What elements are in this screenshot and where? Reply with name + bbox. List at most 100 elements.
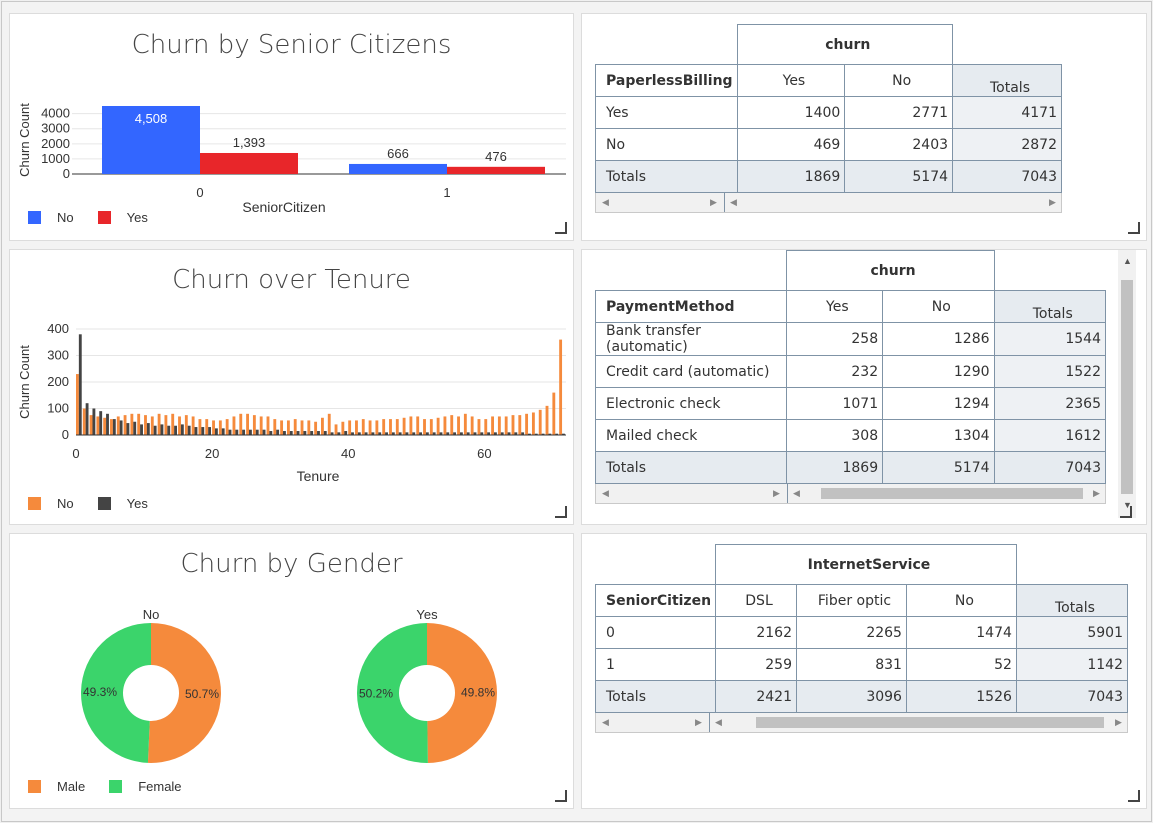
pivot-col-field-header[interactable]: churn — [736, 24, 954, 65]
pivot-col-header[interactable]: No — [882, 290, 995, 323]
bar-yes-36 — [323, 431, 327, 435]
bar-no-6 — [116, 416, 120, 435]
pivot-total-cell: 5174 — [844, 160, 954, 193]
scroll-thumb[interactable] — [1121, 280, 1133, 494]
scroll-thumb[interactable] — [821, 488, 1083, 499]
bar-no-54 — [443, 416, 447, 435]
horizontal-scrollbar[interactable]: ◀ ▶ ◀ ▶ — [595, 713, 1128, 733]
bar-yes-1 — [85, 403, 89, 435]
bar-no-52 — [429, 419, 433, 435]
pivot-total-cell: 7043 — [993, 451, 1107, 484]
pie-title: Yes — [416, 607, 438, 622]
slice-label: 50.7% — [185, 687, 219, 701]
pivot-row-label[interactable]: 1 — [594, 648, 717, 681]
pivot-row-label[interactable]: 0 — [594, 616, 717, 649]
pivot-cell: 1544 — [993, 322, 1107, 356]
pivot-col-field-header[interactable]: churn — [785, 250, 995, 291]
resize-handle[interactable] — [555, 506, 567, 518]
bar-no-22 — [225, 419, 229, 435]
legend-swatch-yes — [97, 497, 111, 510]
scroll-up-arrow[interactable]: ▲ — [1123, 256, 1132, 266]
slice-label: 49.3% — [83, 685, 117, 699]
pivot-row-label[interactable]: Credit card (automatic) — [595, 355, 787, 388]
pivot-col-header[interactable]: Yes — [736, 64, 846, 97]
pivot-row-label[interactable]: No — [595, 128, 738, 161]
bar-no-7 — [123, 415, 127, 435]
pivot-row-label[interactable]: Mailed check — [595, 419, 787, 452]
resize-handle[interactable] — [1128, 790, 1140, 802]
pivot-row-field-header[interactable]: SeniorCitizen — [594, 584, 717, 617]
pivot-corner — [953, 25, 1062, 65]
vertical-scrollbar[interactable]: ▲ ▼ — [1118, 250, 1136, 518]
pivot-total-cell: 7043 — [1015, 680, 1129, 713]
pivot-col-header[interactable]: Yes — [785, 290, 884, 323]
bar-no-27 — [259, 416, 263, 435]
scroll-left-arrow[interactable]: ◀ — [602, 488, 609, 499]
bar-yes-29 — [276, 429, 280, 435]
bar-no-28 — [266, 416, 270, 435]
scroll-right-arrow[interactable]: ▶ — [773, 488, 780, 499]
horizontal-scrollbar[interactable]: ◀ ▶ ◀ ▶ — [595, 193, 1062, 213]
pivot-corner — [596, 25, 738, 65]
y-tick-label: 3000 — [41, 121, 70, 136]
scroll-right-arrow[interactable]: ▶ — [710, 197, 717, 208]
y-tick-label: 400 — [47, 321, 69, 336]
bar-no-9 — [137, 413, 141, 435]
bar-no-48 — [402, 417, 406, 435]
pivot-row-label[interactable]: Yes — [595, 96, 738, 129]
scroll-left-arrow[interactable]: ◀ — [715, 717, 722, 728]
pivot-row-label[interactable]: Electronic check — [595, 387, 787, 420]
pivot-corner — [596, 251, 787, 291]
bar-no-51 — [423, 419, 426, 435]
pivot-col-header[interactable]: No — [905, 584, 1017, 617]
horizontal-scrollbar[interactable]: ◀ ▶ ◀ ▶ — [595, 484, 1106, 504]
scroll-right-arrow[interactable]: ▶ — [695, 717, 702, 728]
pivot-cell: 1522 — [993, 355, 1107, 388]
pivot-row-label[interactable]: Bank transfer (automatic) — [595, 322, 787, 356]
resize-handle[interactable] — [555, 222, 567, 234]
scroll-left-arrow[interactable]: ◀ — [793, 488, 800, 499]
bar-yes-1 — [447, 166, 545, 174]
scroll-left-arrow[interactable]: ◀ — [730, 197, 737, 208]
bar-yes-3 — [99, 411, 103, 435]
bar-no-65 — [518, 415, 522, 435]
pivot-col-header[interactable]: DSL — [715, 584, 797, 617]
pivot-grid: churn PaperlessBilling Yes No Totals Yes 1400 2… — [595, 24, 1062, 193]
scroll-thumb[interactable] — [756, 717, 1104, 728]
bar-yes-26 — [255, 429, 259, 435]
bar-no-45 — [382, 419, 386, 435]
scroll-left-arrow[interactable]: ◀ — [602, 197, 609, 208]
pivot-row-field-header[interactable]: PaperlessBilling — [595, 64, 738, 97]
pivot-col-header[interactable]: Totals — [993, 290, 1107, 323]
bar-no-21 — [218, 420, 222, 435]
data-label: 1,393 — [233, 135, 266, 150]
bar-yes-23 — [235, 429, 239, 435]
resize-handle[interactable] — [1120, 506, 1132, 518]
resize-handle[interactable] — [1128, 222, 1140, 234]
pivot-col-header[interactable]: Totals — [952, 64, 1062, 97]
pivot-col-header[interactable]: No — [844, 64, 954, 97]
pivot-col-header[interactable]: Fiber optic — [796, 584, 907, 617]
resize-handle[interactable] — [555, 790, 567, 802]
pivot-col-field-header[interactable]: InternetService — [715, 544, 1017, 585]
scroll-right-arrow[interactable]: ▶ — [1115, 717, 1122, 728]
bar-no-58 — [470, 416, 474, 435]
pivot-table-paperless: churn PaperlessBilling Yes No Totals Yes 1400 2… — [595, 24, 1062, 213]
pivot-table-payment: churn PaymentMethod Yes No Totals Bank transf… — [595, 250, 1107, 504]
pivot-row: Yes 1400 2771 4171 — [595, 96, 1062, 129]
bar-yes-7 — [126, 423, 130, 435]
scroll-right-arrow[interactable]: ▶ — [1093, 488, 1100, 499]
pivot-col-header[interactable]: Totals — [1015, 584, 1129, 617]
x-axis-label: Tenure — [297, 468, 340, 484]
pivot-corner — [1016, 545, 1127, 585]
scroll-left-arrow[interactable]: ◀ — [602, 717, 609, 728]
pie-title: No — [143, 607, 160, 622]
slice-label: 49.8% — [461, 686, 495, 700]
bar-yes-24 — [242, 429, 246, 435]
bar-no-26 — [252, 415, 256, 435]
pivot-grid: InternetService SeniorCitizen DSL Fiber opt… — [594, 544, 1129, 713]
pivot-row-field-header[interactable]: PaymentMethod — [595, 290, 787, 323]
scroll-right-arrow[interactable]: ▶ — [1049, 197, 1056, 208]
bar-no-34 — [307, 420, 311, 435]
pivot-cell: 5901 — [1015, 616, 1129, 649]
